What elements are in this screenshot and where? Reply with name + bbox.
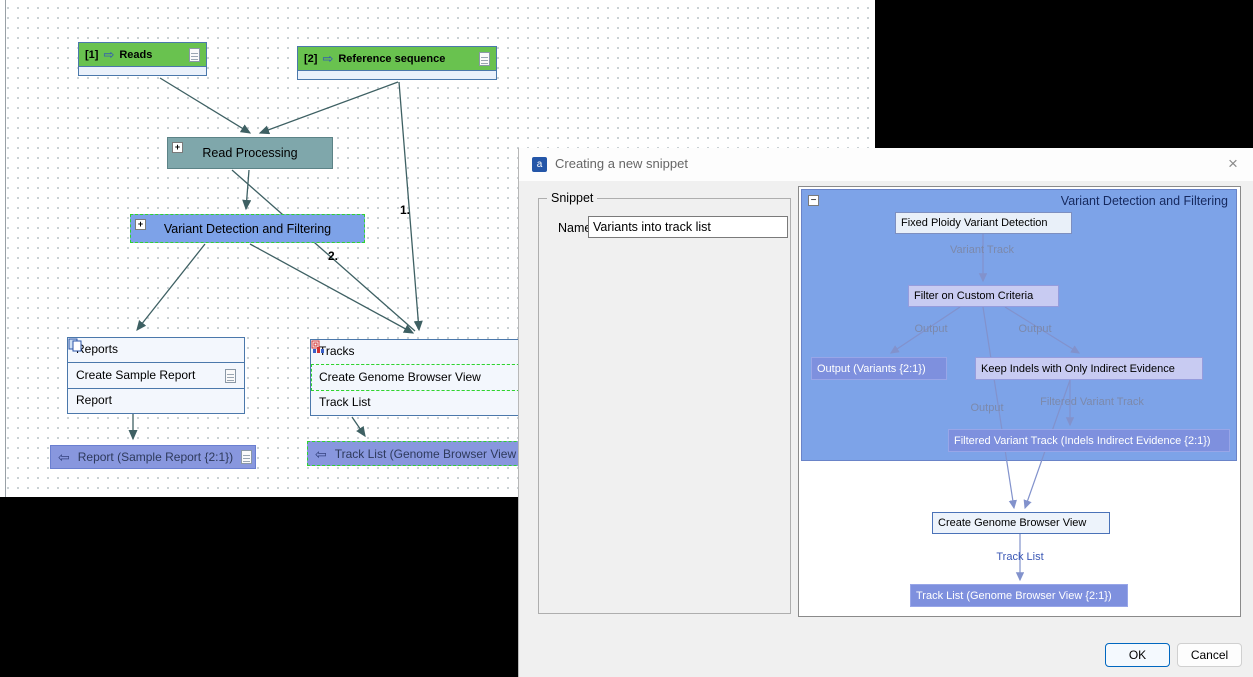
tracks-box[interactable]: Tracks Create Genome Browser View Track … bbox=[310, 339, 536, 416]
expand-icon[interactable]: + bbox=[172, 142, 183, 153]
node-port-strip bbox=[298, 71, 496, 79]
app-icon: a bbox=[532, 157, 547, 172]
snippet-group-legend: Snippet bbox=[547, 191, 597, 205]
output-arrow-icon: ⇦ bbox=[315, 447, 327, 461]
edge-label-output: Output bbox=[970, 402, 1003, 414]
collapse-icon[interactable]: − bbox=[808, 195, 819, 206]
group-node-label: Read Processing bbox=[202, 146, 297, 160]
reports-box[interactable]: Reports Create Sample Report Report bbox=[67, 337, 245, 414]
canvas-left-border bbox=[5, 0, 6, 497]
input-arrow-icon: ⇨ bbox=[322, 52, 333, 65]
output-node-report[interactable]: ⇦ Report (Sample Report {2:1}) bbox=[50, 445, 256, 469]
creating-new-snippet-dialog: a Creating a new snippet × Snippet Name:… bbox=[518, 148, 1253, 677]
preview-node-output-variants[interactable]: Output (Variants {2:1}) bbox=[811, 357, 947, 380]
cancel-button[interactable]: Cancel bbox=[1177, 643, 1242, 667]
group-node-label: Variant Detection and Filtering bbox=[164, 222, 331, 236]
ok-button[interactable]: OK bbox=[1105, 643, 1170, 667]
edge-label-track-list: Track List bbox=[996, 551, 1043, 563]
close-icon[interactable]: × bbox=[1218, 150, 1248, 178]
output-node-label: Track List (Genome Browser View {2:1}) bbox=[335, 447, 548, 461]
input-node-reference-sequence[interactable]: [2] ⇨ Reference sequence bbox=[297, 46, 497, 80]
edge-label-output: Output bbox=[914, 323, 947, 335]
node-port-strip bbox=[79, 67, 206, 75]
edge-label-1: 1. bbox=[400, 203, 410, 217]
tool-label: Create Genome Browser View bbox=[319, 366, 481, 389]
tracks-box-header: Tracks bbox=[311, 340, 535, 364]
tracks-box-port: Track List bbox=[311, 391, 535, 415]
output-arrow-icon: ⇦ bbox=[58, 450, 70, 464]
screen: 1. 2. [1] ⇨ Reads [2] ⇨ Reference sequen… bbox=[0, 0, 1253, 677]
document-icon bbox=[479, 52, 490, 66]
input-node-label: Reads bbox=[119, 49, 152, 61]
edge-label-variant-track: Variant Track bbox=[950, 244, 1014, 256]
snippet-name-input[interactable] bbox=[588, 216, 788, 238]
snippet-group-box: Snippet Name: bbox=[538, 198, 791, 614]
reports-box-port: Report bbox=[68, 389, 244, 413]
output-node-label: Report (Sample Report {2:1}) bbox=[78, 450, 233, 464]
document-icon bbox=[225, 369, 236, 383]
preview-node-filtered-variant-track[interactable]: Filtered Variant Track (Indels Indirect … bbox=[948, 429, 1230, 452]
dialog-title: Creating a new snippet bbox=[555, 156, 688, 171]
input-node-label: Reference sequence bbox=[338, 53, 445, 65]
reports-box-header: Reports bbox=[68, 338, 244, 362]
edge-label-2: 2. bbox=[328, 249, 338, 263]
input-arrow-icon: ⇨ bbox=[103, 48, 114, 61]
expand-icon[interactable]: + bbox=[135, 219, 146, 230]
edge-label-filtered-variant-track: Filtered Variant Track bbox=[1040, 396, 1144, 408]
tool-create-sample-report[interactable]: Create Sample Report bbox=[68, 362, 244, 389]
dialog-titlebar[interactable]: a Creating a new snippet × bbox=[519, 148, 1253, 181]
group-node-read-processing[interactable]: + Read Processing bbox=[167, 137, 333, 169]
preview-node-fixed-ploidy[interactable]: Fixed Ploidy Variant Detection bbox=[895, 212, 1072, 234]
input-index: [1] bbox=[85, 49, 98, 61]
preview-node-create-genome-browser-view[interactable]: Create Genome Browser View bbox=[932, 512, 1110, 534]
preview-node-filter-custom-criteria[interactable]: Filter on Custom Criteria bbox=[908, 285, 1059, 307]
group-node-variant-detection[interactable]: + Variant Detection and Filtering bbox=[130, 214, 365, 243]
input-node-reads[interactable]: [1] ⇨ Reads bbox=[78, 42, 207, 76]
edge-label-output: Output bbox=[1018, 323, 1051, 335]
tool-label: Create Sample Report bbox=[76, 364, 195, 387]
snippet-preview-panel: − Variant Detection and Filtering bbox=[798, 186, 1241, 617]
preview-node-keep-indels[interactable]: Keep Indels with Only Indirect Evidence bbox=[975, 357, 1203, 380]
input-index: [2] bbox=[304, 53, 317, 65]
document-icon bbox=[189, 48, 200, 62]
tool-create-genome-browser-view[interactable]: Create Genome Browser View bbox=[311, 364, 535, 391]
preview-group-title: Variant Detection and Filtering bbox=[1061, 194, 1228, 208]
preview-node-track-list-output[interactable]: Track List (Genome Browser View {2:1}) bbox=[910, 584, 1128, 607]
document-icon bbox=[241, 450, 252, 464]
